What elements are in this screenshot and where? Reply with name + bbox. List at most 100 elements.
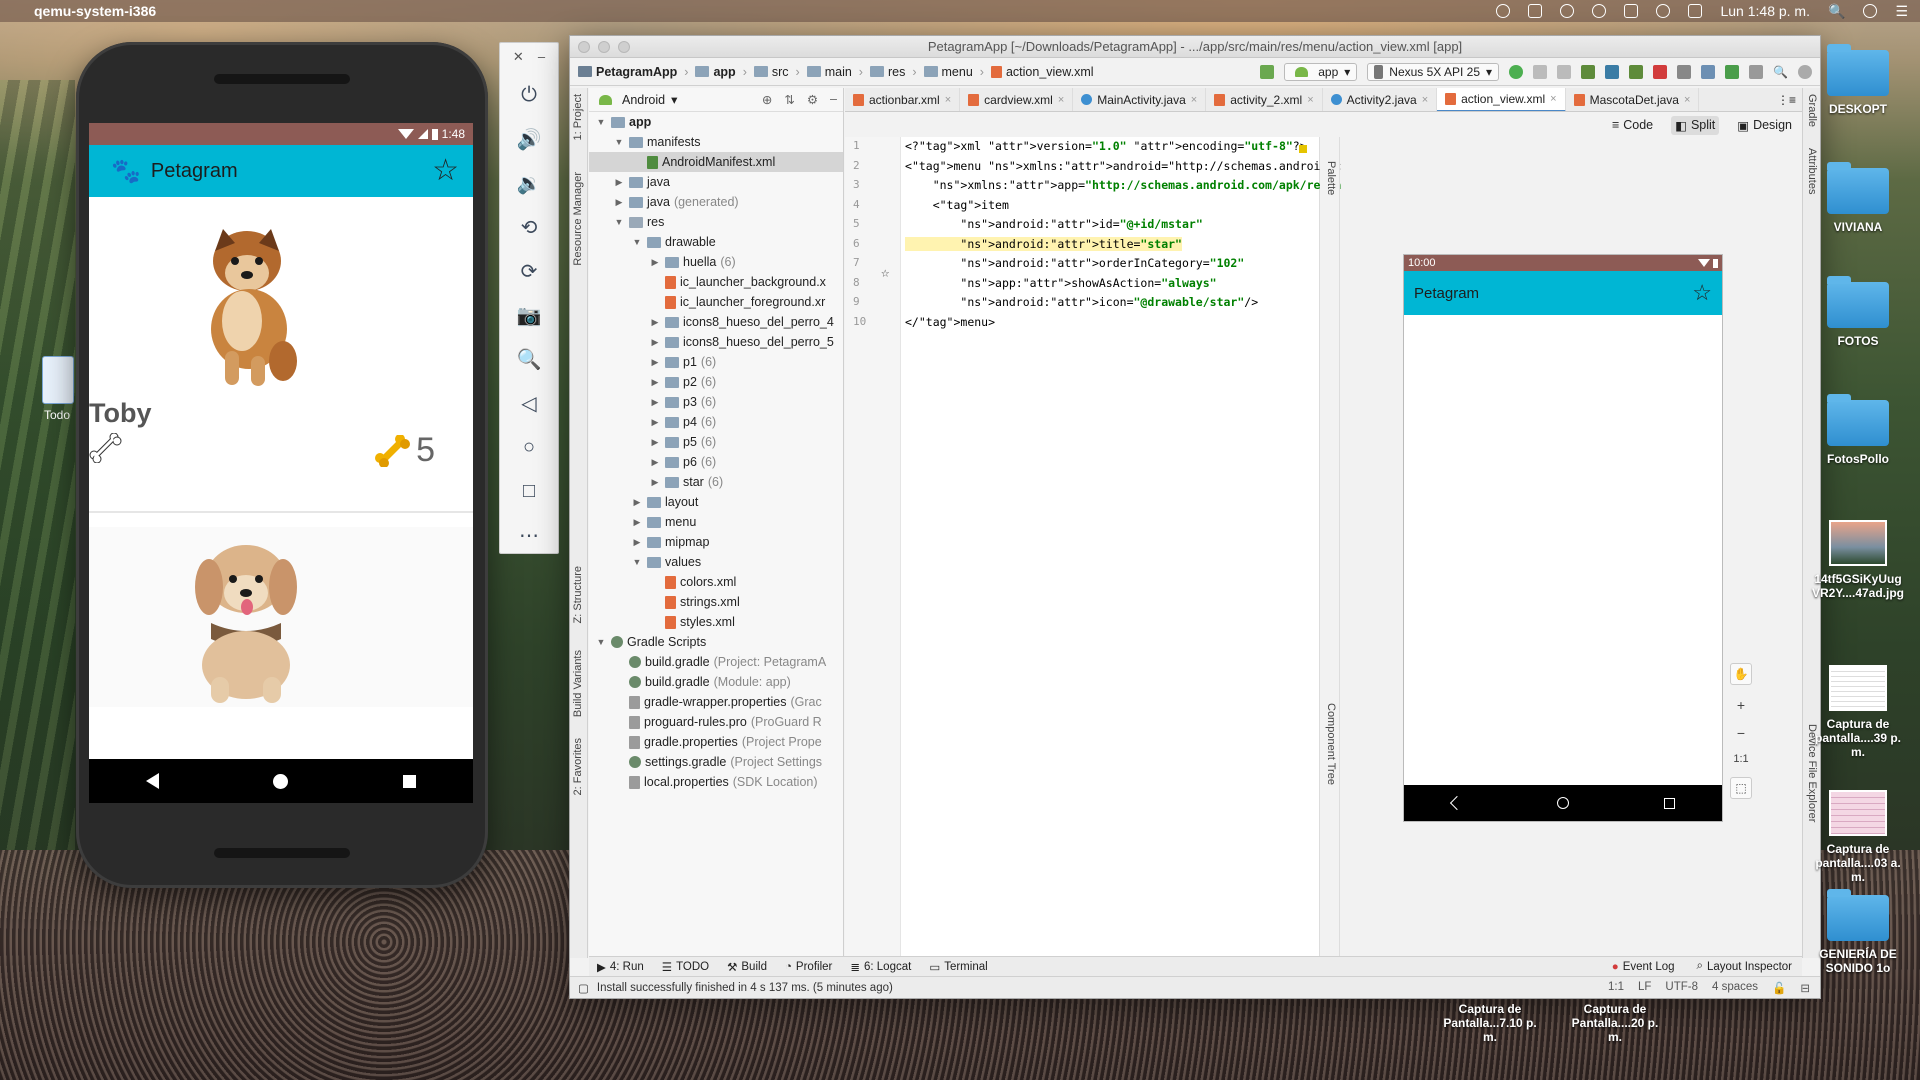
- more-icon[interactable]: ⋯: [515, 521, 543, 549]
- phone-screen[interactable]: 1:48 🐾 Petagram ☆ Toby 5: [89, 123, 473, 803]
- file-encoding[interactable]: UTF-8: [1665, 981, 1698, 995]
- tree-node[interactable]: strings.xml: [589, 592, 843, 612]
- build-variants-tab[interactable]: Build Variants: [572, 650, 584, 717]
- tree-node[interactable]: ▼ values: [589, 552, 843, 572]
- tree-node[interactable]: build.gradle (Module: app): [589, 672, 843, 692]
- wifi-icon[interactable]: [1656, 4, 1671, 18]
- breadcrumb-item[interactable]: PetagramApp: [596, 65, 677, 79]
- sync-project-icon[interactable]: [1677, 64, 1692, 79]
- tree-node[interactable]: gradle.properties (Project Prope: [589, 732, 843, 752]
- project-tool-tab[interactable]: 1: Project: [572, 94, 584, 140]
- tab-list-icon[interactable]: ⋮≡: [1777, 93, 1802, 107]
- status-tray-icon[interactable]: [1496, 4, 1511, 18]
- zoom-to-fit-icon[interactable]: ⬚: [1730, 777, 1752, 799]
- desktop-icon[interactable]: FOTOS: [1808, 276, 1908, 348]
- collapsed-arrow-icon[interactable]: ▶: [649, 372, 661, 392]
- tree-node[interactable]: ▼ app: [589, 112, 843, 132]
- tree-node[interactable]: settings.gradle (Project Settings: [589, 752, 843, 772]
- close-tab-icon[interactable]: ×: [1307, 94, 1313, 106]
- close-tab-icon[interactable]: ×: [1058, 94, 1064, 106]
- collapsed-arrow-icon[interactable]: ▶: [631, 512, 643, 532]
- gear-icon[interactable]: ⚙: [807, 92, 818, 107]
- window-zoom-button[interactable]: [618, 40, 630, 53]
- menubar-app-name[interactable]: qemu-system-i386: [34, 3, 156, 19]
- design-preview-area[interactable]: 10:00 Petagram ☆ ✋ + − 1:1 ⬚: [1341, 137, 1802, 958]
- split-view-button[interactable]: ◧ Split: [1671, 115, 1720, 135]
- desktop-icon[interactable]: GENIERÍA DE SONIDO 1o: [1808, 889, 1908, 975]
- tree-node[interactable]: ▶ icons8_hueso_del_perro_4: [589, 312, 843, 332]
- breadcrumb-item[interactable]: res: [888, 65, 905, 79]
- close-tab-icon[interactable]: ×: [1550, 93, 1556, 105]
- resource-manager-tab[interactable]: Resource Manager: [572, 172, 584, 266]
- back-icon[interactable]: ◁: [515, 389, 543, 417]
- collapsed-arrow-icon[interactable]: ▶: [649, 312, 661, 332]
- zoom-icon[interactable]: 🔍: [515, 345, 543, 373]
- editor-tab[interactable]: Activity2.java ×: [1323, 88, 1438, 111]
- debug-icon[interactable]: [1581, 64, 1596, 79]
- breadcrumb-item[interactable]: action_view.xml: [1006, 65, 1094, 79]
- apply-changes-icon[interactable]: [1533, 64, 1548, 79]
- caret-position[interactable]: 1:1: [1608, 981, 1624, 995]
- tree-node[interactable]: ▶ layout: [589, 492, 843, 512]
- design-view-button[interactable]: ▣ Design: [1733, 116, 1796, 135]
- expanded-arrow-icon[interactable]: ▼: [631, 552, 643, 572]
- desktop-icon[interactable]: 14tf5GSiKyUug VR2Y....47ad.jpg: [1808, 520, 1908, 600]
- pet-card[interactable]: [89, 527, 473, 707]
- line-separator[interactable]: LF: [1638, 981, 1651, 995]
- siri-icon[interactable]: [1863, 4, 1878, 18]
- collapsed-arrow-icon[interactable]: ▶: [649, 252, 661, 272]
- tree-node[interactable]: proguard-rules.pro (ProGuard R: [589, 712, 843, 732]
- tree-node[interactable]: ▶ p4 (6): [589, 412, 843, 432]
- tree-node[interactable]: ▼ manifests: [589, 132, 843, 152]
- desktop-icon[interactable]: DESKOPT: [1808, 44, 1908, 116]
- collapsed-arrow-icon[interactable]: ▶: [613, 192, 625, 212]
- expanded-arrow-icon[interactable]: ▼: [613, 132, 625, 152]
- volume-down-icon[interactable]: 🔉: [515, 169, 543, 197]
- menubar-clock[interactable]: Lun 1:48 p. m.: [1720, 3, 1810, 19]
- tree-node[interactable]: ▶ p5 (6): [589, 432, 843, 452]
- hide-panel-icon[interactable]: –: [830, 92, 837, 107]
- zoom-actual-size[interactable]: 1:1: [1733, 753, 1748, 765]
- breadcrumb-item[interactable]: main: [825, 65, 852, 79]
- expanded-arrow-icon[interactable]: ▼: [595, 112, 607, 132]
- structure-tab[interactable]: Z: Structure: [572, 566, 584, 623]
- like-bone-button[interactable]: [89, 432, 123, 470]
- run-tool-button[interactable]: ▶ 4: Run: [597, 960, 644, 974]
- tree-node[interactable]: ▼ drawable: [589, 232, 843, 252]
- close-icon[interactable]: ✕: [513, 49, 524, 65]
- sdk-manager-icon[interactable]: [1725, 64, 1740, 79]
- profiler-tool-button[interactable]: ◔ Profiler: [785, 961, 832, 973]
- tree-node[interactable]: colors.xml: [589, 572, 843, 592]
- code-line[interactable]: "ns">android:"attr">icon="@drawable/star…: [905, 295, 1258, 309]
- collapsed-arrow-icon[interactable]: ▶: [631, 532, 643, 552]
- collapsed-arrow-icon[interactable]: ▶: [649, 352, 661, 372]
- close-tab-icon[interactable]: ×: [945, 94, 951, 106]
- tree-node[interactable]: ▼ Gradle Scripts: [589, 632, 843, 652]
- recents-button[interactable]: [402, 774, 416, 788]
- star-favorites-icon[interactable]: ☆: [432, 156, 459, 186]
- tree-node[interactable]: ▶ p6 (6): [589, 452, 843, 472]
- rotate-right-icon[interactable]: ⟳: [515, 257, 543, 285]
- camera-icon[interactable]: 📷: [515, 301, 543, 329]
- tree-node[interactable]: ▶ icons8_hueso_del_perro_5: [589, 332, 843, 352]
- window-close-button[interactable]: [578, 40, 590, 53]
- tree-node[interactable]: build.gradle (Project: PetagramA: [589, 652, 843, 672]
- desktop-icon[interactable]: Captura de Pantalla....20 p. m.: [1565, 1002, 1665, 1044]
- rerun-icon[interactable]: [1509, 64, 1524, 79]
- attach-debugger-icon[interactable]: [1629, 64, 1644, 79]
- pan-hand-icon[interactable]: ✋: [1730, 663, 1752, 685]
- collapsed-arrow-icon[interactable]: ▶: [649, 472, 661, 492]
- collapsed-arrow-icon[interactable]: ▶: [649, 432, 661, 452]
- build-hammer-icon[interactable]: [1260, 64, 1275, 79]
- editor-tab[interactable]: activity_2.xml ×: [1206, 88, 1323, 111]
- breadcrumb-item[interactable]: app: [713, 65, 735, 79]
- expanded-arrow-icon[interactable]: ▼: [631, 232, 643, 252]
- profile-icon[interactable]: [1605, 64, 1620, 79]
- home-icon[interactable]: ○: [515, 433, 543, 461]
- desktop-icon[interactable]: Captura de pantalla....03 a. m.: [1808, 790, 1908, 884]
- palette-tab[interactable]: Palette: [1325, 161, 1337, 195]
- stop-icon[interactable]: [1653, 64, 1668, 79]
- spotlight-search-icon[interactable]: 🔍: [1828, 3, 1845, 20]
- collapse-all-icon[interactable]: ⇅: [784, 92, 794, 107]
- window-minimize-button[interactable]: [598, 40, 610, 53]
